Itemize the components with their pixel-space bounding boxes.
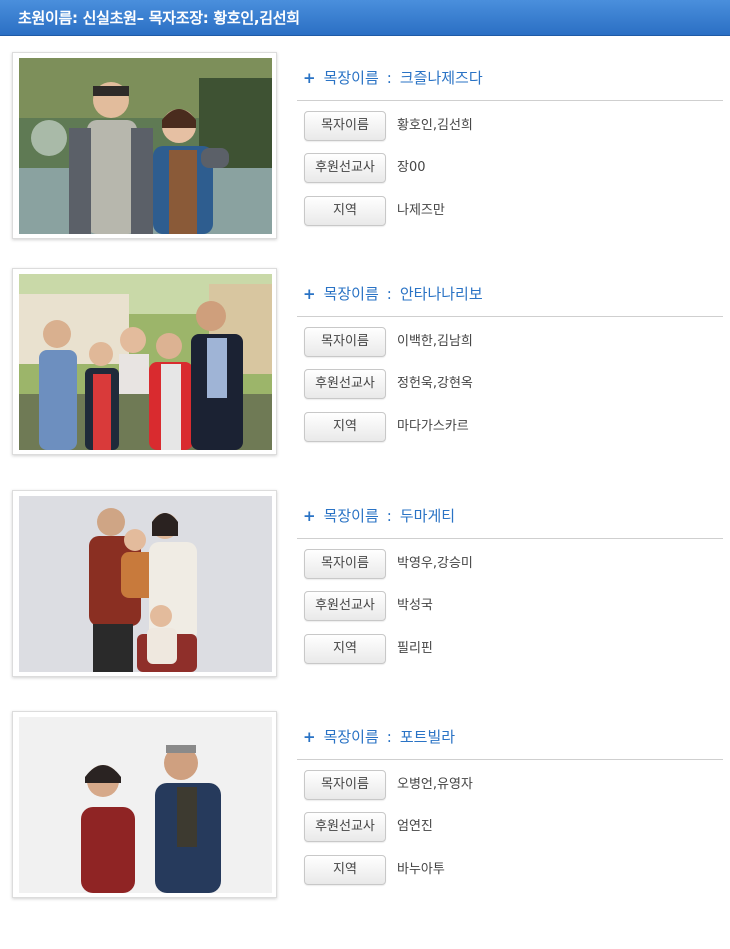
group-title: + 목장이름: 안타나나리보 xyxy=(297,282,723,306)
group-title-colon: : xyxy=(386,728,392,746)
region-label-button[interactable]: 지역 xyxy=(304,855,386,885)
group-title-colon: : xyxy=(386,69,392,87)
missionary-value: 엄연진 xyxy=(397,819,433,834)
family-photo-outdoor xyxy=(19,274,272,450)
group-name: 두마게티 xyxy=(399,507,456,525)
group-photo xyxy=(19,717,272,893)
group-title: + 목장이름: 크즐나제즈다 xyxy=(297,66,723,90)
region-row: 지역 나제즈만 xyxy=(297,196,723,226)
group-info: + 목장이름: 포트빌라 목자이름 오병언,유영자 후원선교사 엄연진 지역 바누아… xyxy=(297,711,723,899)
group-card: + 목장이름: 두마게티 목자이름 박영우,강승미 후원선교사 박성국 지역 필리핀 xyxy=(0,490,730,678)
shepherd-label-button[interactable]: 목자이름 xyxy=(304,111,386,141)
group-title-colon: : xyxy=(386,285,392,303)
shepherd-label-button[interactable]: 목자이름 xyxy=(304,549,386,579)
plus-icon: + xyxy=(303,69,316,87)
group-photo-frame xyxy=(12,268,277,455)
missionary-label-button[interactable]: 후원선교사 xyxy=(304,369,386,399)
region-row: 지역 바누아투 xyxy=(297,855,723,885)
group-title-label: 목장이름 xyxy=(323,507,379,525)
group-name: 크즐나제즈다 xyxy=(399,69,483,87)
missionary-row: 후원선교사 박성국 xyxy=(297,591,723,621)
group-title-colon: : xyxy=(386,507,392,525)
group-name: 안타나나리보 xyxy=(399,285,483,303)
missionary-label-button[interactable]: 후원선교사 xyxy=(304,591,386,621)
group-photo xyxy=(19,58,272,234)
shepherd-row: 목자이름 박영우,강승미 xyxy=(297,549,723,579)
group-card: + 목장이름: 포트빌라 목자이름 오병언,유영자 후원선교사 엄연진 지역 바누아… xyxy=(0,711,730,899)
region-label-button[interactable]: 지역 xyxy=(304,634,386,664)
shepherd-value: 오병언,유영자 xyxy=(397,777,473,792)
missionary-label-button[interactable]: 후원선교사 xyxy=(304,153,386,183)
shepherd-value: 황호인,김선희 xyxy=(397,118,473,133)
group-card: + 목장이름: 크즐나제즈다 목자이름 황호인,김선희 후원선교사 장00 지역 나… xyxy=(0,52,730,240)
region-value: 마다가스카르 xyxy=(397,419,469,434)
region-value: 나제즈만 xyxy=(397,203,445,218)
missionary-row: 후원선교사 장00 xyxy=(297,153,723,183)
divider xyxy=(297,316,723,317)
region-row: 지역 필리핀 xyxy=(297,634,723,664)
missionary-row: 후원선교사 정헌욱,강현옥 xyxy=(297,369,723,399)
missionary-label-button[interactable]: 후원선교사 xyxy=(304,812,386,842)
divider xyxy=(297,100,723,101)
group-photo-frame xyxy=(12,711,277,898)
group-photo-frame xyxy=(12,52,277,239)
group-title: + 목장이름: 포트빌라 xyxy=(297,725,723,749)
shepherd-label-button[interactable]: 목자이름 xyxy=(304,327,386,357)
group-info: + 목장이름: 안타나나리보 목자이름 이백한,김남희 후원선교사 정헌욱,강현옥 … xyxy=(297,268,723,456)
plus-icon: + xyxy=(303,507,316,525)
couple-photo-outdoor xyxy=(19,58,272,234)
shepherd-value: 이백한,김남희 xyxy=(397,334,473,349)
divider xyxy=(297,538,723,539)
plus-icon: + xyxy=(303,285,316,303)
group-title-label: 목장이름 xyxy=(323,728,379,746)
plus-icon: + xyxy=(303,728,316,746)
missionary-value: 박성국 xyxy=(397,598,433,613)
couple-photo-studio xyxy=(19,717,272,893)
group-info: + 목장이름: 크즐나제즈다 목자이름 황호인,김선희 후원선교사 장00 지역 나… xyxy=(297,52,723,240)
group-photo-frame xyxy=(12,490,277,677)
family-photo-studio xyxy=(19,496,272,672)
group-photo xyxy=(19,496,272,672)
missionary-value: 장00 xyxy=(397,160,426,175)
shepherd-row: 목자이름 이백한,김남희 xyxy=(297,327,723,357)
group-title: + 목장이름: 두마게티 xyxy=(297,504,723,528)
region-label-button[interactable]: 지역 xyxy=(304,196,386,226)
divider xyxy=(297,759,723,760)
group-info: + 목장이름: 두마게티 목자이름 박영우,강승미 후원선교사 박성국 지역 필리핀 xyxy=(297,490,723,678)
missionary-value: 정헌욱,강현옥 xyxy=(397,376,473,391)
shepherd-row: 목자이름 오병언,유영자 xyxy=(297,770,723,800)
group-name: 포트빌라 xyxy=(399,728,456,746)
region-value: 바누아투 xyxy=(397,862,445,877)
shepherd-row: 목자이름 황호인,김선희 xyxy=(297,111,723,141)
region-label-button[interactable]: 지역 xyxy=(304,412,386,442)
group-card: + 목장이름: 안타나나리보 목자이름 이백한,김남희 후원선교사 정헌욱,강현옥 … xyxy=(0,268,730,456)
shepherd-value: 박영우,강승미 xyxy=(397,556,473,571)
group-title-label: 목장이름 xyxy=(323,285,379,303)
shepherd-label-button[interactable]: 목자이름 xyxy=(304,770,386,800)
region-row: 지역 마다가스카르 xyxy=(297,412,723,442)
page-header: 초원이름: 신실초원– 목자조장: 황호인,김선희 xyxy=(0,0,730,36)
group-photo xyxy=(19,274,272,450)
region-value: 필리핀 xyxy=(397,641,433,656)
missionary-row: 후원선교사 엄연진 xyxy=(297,812,723,842)
header-title: 초원이름: 신실초원– 목자조장: 황호인,김선희 xyxy=(18,9,300,27)
group-title-label: 목장이름 xyxy=(323,69,379,87)
